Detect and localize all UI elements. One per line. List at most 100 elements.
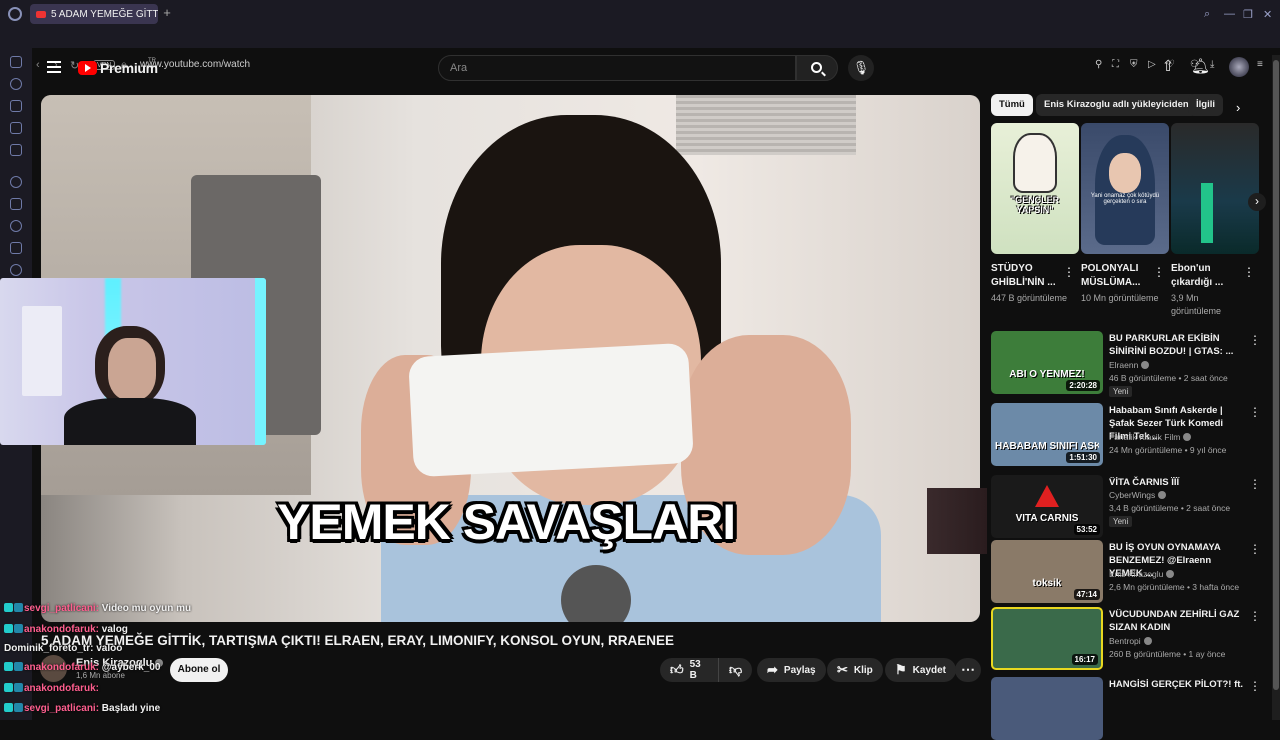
- related-video-thumbnail[interactable]: HABABAM SINIFI ASKERDE1:51:30: [991, 403, 1103, 466]
- chat-message: anakondofaruk: @ayberk_00: [4, 662, 160, 673]
- snapshot-icon[interactable]: ⛶: [1112, 59, 1119, 70]
- save-label: Kaydet: [912, 664, 947, 676]
- related-video-more-icon[interactable]: ⋮: [1249, 542, 1261, 556]
- browser-tab-bar: 5 ADAM YEMEĞE GİTTİK, + ⌕ — ❐ ✕: [0, 0, 1280, 28]
- sidebar-settings-icon[interactable]: [10, 264, 22, 276]
- sidebar-extensions-icon[interactable]: [10, 242, 22, 254]
- related-video-channel[interactable]: Bentropi: [1109, 636, 1152, 646]
- search-tabs-icon[interactable]: ⌕: [1204, 8, 1210, 21]
- short-thumbnail[interactable]: "GENÇLER YAPSIN": [991, 123, 1079, 254]
- related-video-thumbnail[interactable]: ABI O YENMEZ! 2:20:28: [991, 331, 1103, 394]
- sidebar-store-icon[interactable]: [10, 100, 22, 112]
- pin-icon[interactable]: ⚲: [1095, 59, 1102, 70]
- short-thumbnail[interactable]: Yani onamaz çok kötüydü gerçekten o sıra: [1081, 123, 1169, 254]
- sidebar-history-icon[interactable]: [10, 78, 22, 90]
- short-thumbnail-art: [1201, 183, 1213, 243]
- related-video-more-icon[interactable]: ⋮: [1249, 679, 1261, 693]
- related-video-thumbnail[interactable]: [991, 677, 1103, 740]
- more-actions-icon[interactable]: ⋯: [955, 658, 981, 682]
- related-video-more-icon[interactable]: ⋮: [1249, 609, 1261, 623]
- back-icon[interactable]: ‹: [36, 59, 40, 71]
- minimize-icon[interactable]: —: [1224, 8, 1235, 20]
- related-video-channel-name: Enis Kirazoglu: [1109, 569, 1164, 579]
- sidebar-tasks-icon[interactable]: [10, 122, 22, 134]
- notifications-bell-icon[interactable]: 🔔︎: [1191, 58, 1210, 76]
- browser-tab-active[interactable]: 5 ADAM YEMEĞE GİTTİK,: [30, 4, 158, 24]
- related-video-title[interactable]: HANGİSİ GERÇEK PİLOT?! ft.: [1109, 678, 1244, 691]
- related-video-meta: 3,4 B görüntüleme • 2 saat önce: [1109, 503, 1231, 513]
- related-video-more-icon[interactable]: ⋮: [1249, 333, 1261, 347]
- short-title[interactable]: Ebon'un çıkardığı ...: [1171, 262, 1241, 290]
- like-button[interactable]: 👍︎ 53 B: [660, 658, 718, 682]
- video-duration: 2:20:28: [1066, 380, 1100, 391]
- chip-from-uploader[interactable]: Enis Kirazoglu adlı yükleyiciden: [1036, 94, 1197, 116]
- dislike-button[interactable]: 👎︎: [718, 658, 752, 682]
- search-input[interactable]: Ara: [438, 55, 796, 81]
- short-title[interactable]: POLONYALI MÜSLÜMA...: [1081, 262, 1151, 290]
- scrollbar-thumb[interactable]: [1273, 60, 1279, 690]
- video-duration: 53:52: [1073, 524, 1100, 535]
- related-video-channel-name: Elraenn: [1109, 360, 1139, 370]
- maximize-icon[interactable]: ❐: [1243, 8, 1253, 21]
- related-video-thumbnail[interactable]: VITA CARNIS 53:52: [991, 475, 1103, 538]
- upload-icon[interactable]: ⇧: [1159, 58, 1177, 76]
- related-video-channel[interactable]: Elraenn: [1109, 360, 1150, 370]
- related-video-thumbnail[interactable]: toksik 47:14: [991, 540, 1103, 603]
- close-window-icon[interactable]: ✕: [1263, 8, 1272, 21]
- related-video-title[interactable]: V̈İTA ČARNIS ÏÏÏ: [1109, 476, 1244, 489]
- related-video-channel[interactable]: Enis Kirazoglu: [1109, 569, 1175, 579]
- youtube-logo-icon[interactable]: [78, 61, 97, 75]
- menu-icon[interactable]: ≡: [1257, 59, 1263, 70]
- sidebar-player-icon[interactable]: [10, 176, 22, 188]
- warning-triangle-icon: [1035, 485, 1059, 507]
- chat-badge-icon: [14, 703, 23, 712]
- chat-username: anakondofaruk:: [24, 683, 100, 694]
- related-video-channel[interactable]: Fanatik Klasik Film: [1109, 432, 1192, 442]
- opera-logo-icon[interactable]: [8, 7, 22, 21]
- account-avatar[interactable]: [1229, 57, 1249, 77]
- chip-all[interactable]: Tümü: [991, 94, 1033, 116]
- verified-check-icon: [1183, 433, 1192, 441]
- related-video-title[interactable]: VÜCUDUNDAN ZEHİRLİ GAZ SIZAN KADIN: [1109, 608, 1244, 634]
- related-video-thumbnail[interactable]: 16:17: [991, 607, 1103, 670]
- shield-icon[interactable]: ⛨: [1130, 59, 1138, 70]
- download-icon[interactable]: ⤓: [1210, 59, 1214, 70]
- related-video-title[interactable]: BU PARKURLAR EKİBİN SİNİRİNİ BOZDU! | GT…: [1109, 332, 1244, 358]
- clip-button[interactable]: ✂ Klip: [827, 658, 883, 682]
- short-more-icon[interactable]: ⋮: [1243, 265, 1255, 279]
- browser-tab-title: 5 ADAM YEMEĞE GİTTİK,: [51, 8, 158, 20]
- short-more-icon[interactable]: ⋮: [1063, 265, 1075, 279]
- thumbs-up-icon: 👍︎: [670, 662, 684, 677]
- voice-search-icon[interactable]: 🎙︎: [848, 55, 874, 81]
- thumbnail-overlay-text: ABI O YENMEZ!: [1009, 369, 1085, 380]
- video-duration: 47:14: [1073, 589, 1100, 600]
- shorts-next-icon[interactable]: ›: [1248, 193, 1266, 211]
- share-arrow-icon: ➦: [767, 662, 778, 677]
- share-button[interactable]: ➦ Paylaş: [757, 658, 826, 682]
- guide-menu-icon[interactable]: [47, 61, 61, 73]
- short-thumbnail[interactable]: [1171, 123, 1259, 254]
- short-more-icon[interactable]: ⋮: [1153, 265, 1165, 279]
- play-icon[interactable]: ▷: [1148, 59, 1156, 70]
- related-video-more-icon[interactable]: ⋮: [1249, 405, 1261, 419]
- save-button[interactable]: ⚑ Kaydet: [885, 658, 957, 682]
- video-duration: 1:51:30: [1066, 452, 1100, 463]
- sidebar-gaming-icon[interactable]: [10, 56, 22, 68]
- chips-next-icon[interactable]: ›: [1236, 100, 1240, 115]
- search-button[interactable]: [796, 55, 838, 81]
- related-video-channel[interactable]: CyberWings: [1109, 490, 1167, 500]
- thumbs-down-icon: 👎︎: [729, 662, 743, 677]
- thumbnail-overlay-text: HABABAM SINIFI ASKERDE: [995, 441, 1099, 452]
- new-tab-button[interactable]: +: [160, 6, 174, 20]
- related-video-more-icon[interactable]: ⋮: [1249, 477, 1261, 491]
- scissors-icon: ✂: [837, 662, 848, 677]
- chip-related[interactable]: İlgili: [1188, 94, 1223, 116]
- related-video-meta: 24 Mn görüntüleme • 9 yıl önce: [1109, 445, 1227, 455]
- subscribe-button[interactable]: Abone ol: [170, 658, 228, 682]
- sidebar-clock-icon[interactable]: [10, 220, 22, 232]
- sidebar-messenger-icon[interactable]: [10, 144, 22, 156]
- short-title[interactable]: STÜDYO GHİBLİ'NİN ...: [991, 262, 1061, 290]
- chat-text: Başladı yine: [99, 703, 161, 714]
- sidebar-bookmarks-icon[interactable]: [10, 198, 22, 210]
- short-views: 447 B görüntüleme: [991, 293, 1068, 303]
